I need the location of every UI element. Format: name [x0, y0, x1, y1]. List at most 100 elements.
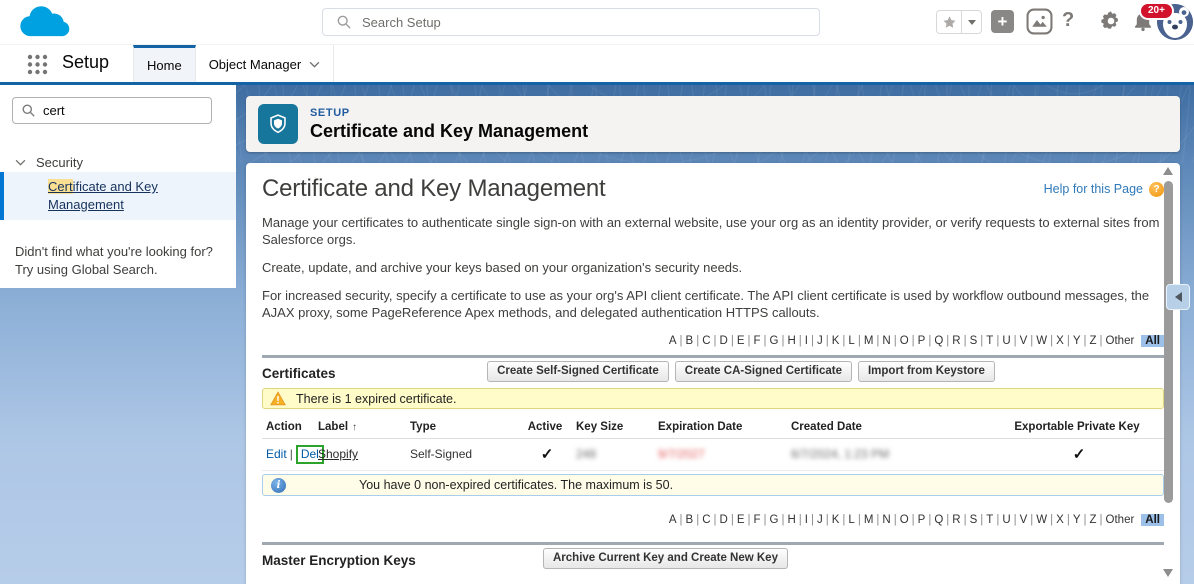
- alphabet-filter-letter[interactable]: U: [1002, 335, 1019, 347]
- chevron-down-icon: [15, 159, 26, 166]
- column-header[interactable]: Label↑: [314, 417, 406, 439]
- quick-find-input[interactable]: [43, 103, 193, 118]
- alphabet-filter-letter[interactable]: E: [737, 514, 754, 526]
- alphabet-filter-letter[interactable]: M: [864, 335, 883, 347]
- setup-gear-icon[interactable]: [1100, 10, 1122, 32]
- alphabet-filter-letter[interactable]: R: [952, 335, 969, 347]
- alphabet-filter-letter[interactable]: Q: [934, 514, 952, 526]
- alphabet-filter-letter[interactable]: Other: [1106, 335, 1135, 347]
- alphabet-filter-letter[interactable]: H: [787, 514, 804, 526]
- alphabet-filter-letter[interactable]: A: [669, 514, 686, 526]
- sidebar-item-certificate-key-management[interactable]: Certificate and Key Management: [0, 172, 236, 220]
- certificate-label-link[interactable]: Shopify: [318, 447, 358, 461]
- certificates-action-button[interactable]: Create CA-Signed Certificate: [675, 361, 852, 382]
- certificates-action-button[interactable]: Create Self-Signed Certificate: [487, 361, 669, 382]
- page-header-card: SETUP Certificate and Key Management: [246, 96, 1180, 152]
- alphabet-filter-letter[interactable]: I: [805, 335, 817, 347]
- sidebar-section-security[interactable]: Security: [15, 155, 83, 170]
- app-launcher-icon[interactable]: [27, 54, 48, 75]
- alphabet-filter-letter[interactable]: V: [1020, 335, 1037, 347]
- certificates-header-row: ActionLabel↑TypeActiveKey SizeExpiration…: [262, 417, 1164, 439]
- alphabet-filter-letter[interactable]: W: [1036, 335, 1056, 347]
- scroll-down-arrow[interactable]: [1163, 569, 1173, 577]
- exportable-cell: ✓: [994, 439, 1164, 471]
- column-header[interactable]: Type: [406, 417, 522, 439]
- alphabet-filter-letter[interactable]: A: [669, 335, 686, 347]
- alphabet-filter-letter[interactable]: P: [918, 335, 935, 347]
- alphabet-filter-letter[interactable]: W: [1036, 514, 1056, 526]
- trailhead-icon[interactable]: [1026, 8, 1053, 35]
- alphabet-filter-letter[interactable]: L: [848, 514, 863, 526]
- quick-add-icon[interactable]: +: [991, 10, 1014, 33]
- alphabet-filter-letter[interactable]: D: [720, 514, 737, 526]
- column-header[interactable]: Active: [522, 417, 572, 439]
- alphabet-filter-letter[interactable]: Y: [1073, 514, 1090, 526]
- setup-nav-bar: Setup Home Object Manager: [0, 44, 1194, 82]
- alphabet-filter-letter[interactable]: Z: [1090, 514, 1106, 526]
- alphabet-filter-letter[interactable]: I: [805, 514, 817, 526]
- column-header[interactable]: Key Size: [572, 417, 654, 439]
- alphabet-filter-letter[interactable]: X: [1056, 335, 1073, 347]
- notification-count-badge: 20+: [1139, 2, 1174, 20]
- scroll-up-arrow[interactable]: [1163, 167, 1173, 175]
- alphabet-filter-letter[interactable]: B: [686, 335, 703, 347]
- alphabet-filter-letter[interactable]: M: [864, 514, 883, 526]
- alphabet-filter-letter[interactable]: J: [817, 514, 832, 526]
- help-icon[interactable]: ?: [1062, 9, 1074, 32]
- vertical-scrollbar: [1162, 165, 1175, 583]
- alphabet-filter-letter[interactable]: T: [986, 335, 1002, 347]
- certificates-action-button[interactable]: Import from Keystore: [858, 361, 995, 382]
- alphabet-filter-letter[interactable]: E: [737, 335, 754, 347]
- alphabet-filter-letter[interactable]: All: [1141, 335, 1164, 347]
- alphabet-filter-letter[interactable]: N: [882, 335, 899, 347]
- favorites-star-icon[interactable]: [937, 11, 962, 33]
- alphabet-filter-letter[interactable]: G: [770, 514, 788, 526]
- alphabet-filter-letter[interactable]: B: [686, 514, 703, 526]
- alphabet-filter-letter[interactable]: All: [1141, 514, 1164, 526]
- help-for-this-page-link[interactable]: Help for this Page ?: [1044, 182, 1164, 197]
- column-header[interactable]: Action: [262, 417, 314, 439]
- edit-link[interactable]: Edit: [266, 447, 287, 461]
- alphabet-filter-letter[interactable]: D: [720, 335, 737, 347]
- sort-ascending-icon: ↑: [352, 422, 357, 433]
- sidebar-item-link[interactable]: Certificate and Key Management: [48, 179, 158, 212]
- alphabet-filter-letter[interactable]: Y: [1073, 335, 1090, 347]
- alphabet-filter-letter[interactable]: P: [918, 514, 935, 526]
- alphabet-filter-letter[interactable]: Other: [1106, 514, 1135, 526]
- alphabet-filter-letter[interactable]: K: [832, 514, 849, 526]
- alphabet-filter-letter[interactable]: U: [1002, 514, 1019, 526]
- del-link[interactable]: Del: [301, 447, 319, 461]
- expiration-date-cell: 9/7/2027: [654, 439, 787, 471]
- alphabet-filter-letter[interactable]: X: [1056, 514, 1073, 526]
- alphabet-filter-letter[interactable]: Z: [1090, 335, 1106, 347]
- favorites-caret-icon[interactable]: [962, 11, 981, 33]
- alphabet-filter-letter[interactable]: C: [702, 335, 719, 347]
- column-header[interactable]: Expiration Date: [654, 417, 787, 439]
- alphabet-filter-letter[interactable]: K: [832, 335, 849, 347]
- alphabet-filter-letter[interactable]: L: [848, 335, 863, 347]
- archive-key-button[interactable]: Archive Current Key and Create New Key: [543, 548, 788, 569]
- alphabet-filter-letter[interactable]: C: [702, 514, 719, 526]
- alphabet-filter-letter[interactable]: S: [970, 335, 987, 347]
- alphabet-filter-letter[interactable]: S: [970, 514, 987, 526]
- collapse-panel-handle[interactable]: [1166, 284, 1190, 310]
- alphabet-filter-letter[interactable]: N: [882, 514, 899, 526]
- tab-home[interactable]: Home: [133, 45, 196, 83]
- alphabet-filter-letter[interactable]: H: [787, 335, 804, 347]
- alphabet-filter-letter[interactable]: V: [1020, 514, 1037, 526]
- global-search-input[interactable]: [362, 15, 782, 30]
- alphabet-filter-letter[interactable]: G: [770, 335, 788, 347]
- alphabet-filter-letter[interactable]: R: [952, 514, 969, 526]
- alphabet-filter-letter[interactable]: O: [900, 514, 918, 526]
- alphabet-filter-letter[interactable]: F: [753, 335, 769, 347]
- scrollbar-thumb[interactable]: [1164, 181, 1173, 503]
- alphabet-filter-letter[interactable]: F: [753, 514, 769, 526]
- tab-object-manager[interactable]: Object Manager: [196, 45, 335, 83]
- column-header[interactable]: Created Date: [787, 417, 994, 439]
- column-header[interactable]: Exportable Private Key: [994, 417, 1164, 439]
- alphabet-filter-letter[interactable]: T: [986, 514, 1002, 526]
- description-paragraph: Manage your certificates to authenticate…: [262, 214, 1164, 248]
- alphabet-filter-letter[interactable]: Q: [934, 335, 952, 347]
- alphabet-filter-letter[interactable]: J: [817, 335, 832, 347]
- alphabet-filter-letter[interactable]: O: [900, 335, 918, 347]
